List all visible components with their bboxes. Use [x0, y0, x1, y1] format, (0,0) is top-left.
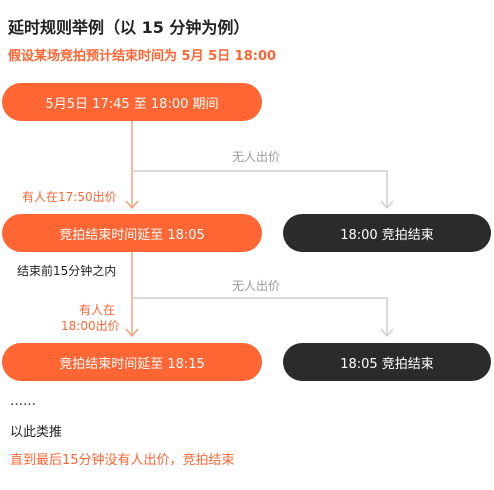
- node-extend-1: 竞拍结束时间延至 18:05: [2, 214, 262, 252]
- edge-label-no-bid-2: 无人出价: [232, 279, 281, 293]
- node-start-period: 5月5日 17:45 至 18:00 期间: [2, 83, 262, 121]
- node-end-1: 18:00 竞拍结束: [283, 214, 491, 252]
- node-end-2: 18:05 竞拍结束: [283, 343, 491, 381]
- conclusion-note: 直到最后15分钟没有人出价，竞拍结束: [10, 453, 235, 468]
- ellipsis: ……: [10, 394, 36, 409]
- scenario-subtitle: 假设某场竞拍预计结束时间为 5月 5日 18:00: [8, 49, 277, 64]
- edge-label-bid-2-line2: 18:00出价: [61, 319, 120, 333]
- edge-label-no-bid-1: 无人出价: [232, 150, 281, 164]
- edge-label-within-15: 结束前15分钟之内: [17, 264, 117, 278]
- edge-label-bid-1: 有人在17:50出价: [22, 190, 117, 204]
- edge-label-bid-2-line1: 有人在: [79, 303, 116, 317]
- node-extend-2: 竞拍结束时间延至 18:15: [2, 343, 262, 381]
- page-title: 延时规则举例（以 15 分钟为例）: [8, 18, 250, 37]
- and-so-on-note: 以此类推: [10, 425, 63, 440]
